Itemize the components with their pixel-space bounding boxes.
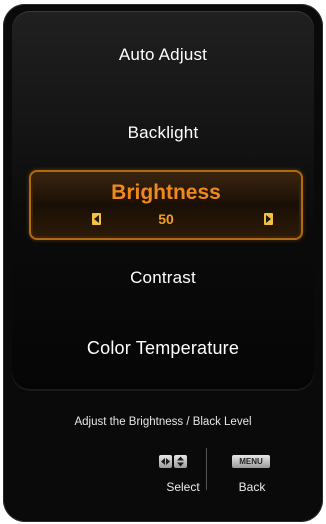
menu-item-backlight[interactable]: Backlight <box>12 123 314 143</box>
menu-panel: Auto Adjust Backlight Brightness 50 Cont… <box>12 11 314 391</box>
back-caption: Back <box>238 480 266 494</box>
increase-arrow-icon[interactable] <box>264 213 273 225</box>
menu-item-contrast[interactable]: Contrast <box>12 268 314 288</box>
help-text: Adjust the Brightness / Black Level <box>74 416 252 428</box>
brightness-label: Brightness <box>111 181 221 204</box>
menu-item-auto-adjust[interactable]: Auto Adjust <box>12 45 314 65</box>
menu-item-color-temperature[interactable]: Color Temperature <box>12 338 314 359</box>
menu-item-brightness[interactable]: Brightness 50 <box>29 170 303 240</box>
osd-menu: Auto Adjust Backlight Brightness 50 Cont… <box>3 4 323 522</box>
navigation-arrows-icon <box>159 455 188 468</box>
brightness-value: 50 <box>158 211 174 227</box>
menu-button-icon: MENU <box>232 455 270 468</box>
select-caption: Select <box>166 480 200 494</box>
